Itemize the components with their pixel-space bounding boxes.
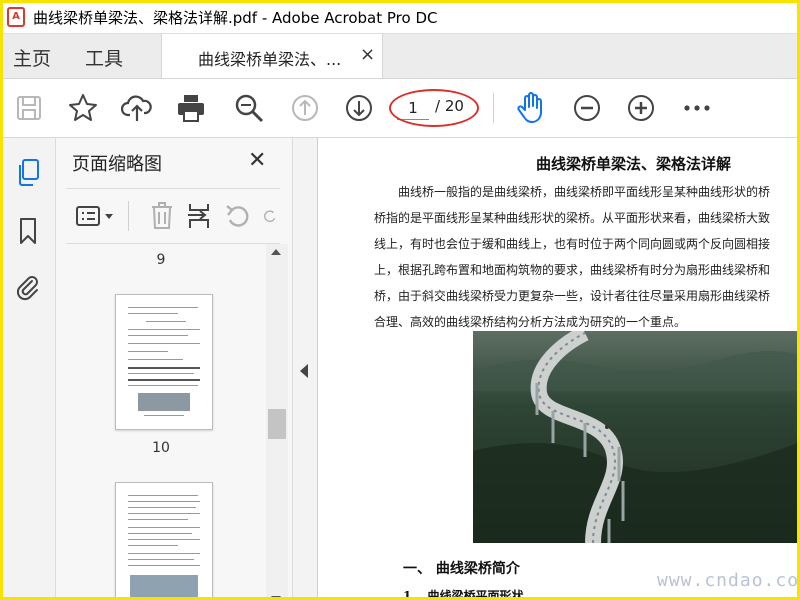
page-thumbnails-icon[interactable]	[11, 156, 45, 190]
tab-bar: 主页 工具 曲线梁桥单梁法、... ×	[3, 34, 797, 79]
subsection-title: 1、 曲线梁桥平面形状	[403, 589, 524, 600]
panel-close-button[interactable]: ✕	[248, 148, 266, 173]
document-view[interactable]: 曲线梁桥单梁法、梁格法详解 曲线桥一般指的是曲线梁桥，曲线梁桥即平面线形呈某种曲…	[318, 138, 797, 600]
section-title: 一、 曲线梁桥简介	[403, 561, 520, 577]
paragraph-line: 线上，有时也会位于缓和曲线上，也有时位于两个同向圆或两个反向圆相接	[374, 237, 771, 251]
tab-tools[interactable]: 工具	[85, 44, 123, 71]
tab-home[interactable]: 主页	[13, 44, 51, 71]
panel-collapse-handle[interactable]	[293, 138, 318, 597]
toolbar-divider	[493, 93, 494, 123]
collapse-arrow-icon	[300, 364, 308, 378]
save-icon[interactable]	[13, 92, 45, 124]
tab-document-label: 曲线梁桥单梁法、...	[198, 50, 342, 69]
bookmarks-icon[interactable]	[11, 214, 45, 248]
print-icon[interactable]	[175, 92, 207, 124]
acrobat-app-icon: A	[7, 7, 25, 27]
zoom-search-icon[interactable]	[233, 92, 265, 124]
attachments-icon[interactable]	[11, 270, 45, 304]
page-up-icon[interactable]	[289, 92, 321, 124]
thumbnail-list: 9 10	[56, 244, 266, 597]
zoom-out-icon[interactable]	[571, 92, 603, 124]
paragraph-line: 上，根据孔跨布置和地面构筑物的要求，曲线梁桥有时分为扇形曲线梁桥和	[374, 263, 771, 277]
tab-document[interactable]: 曲线梁桥单梁法、... ×	[161, 34, 383, 78]
delete-page-icon[interactable]	[146, 199, 178, 233]
scrollbar-thumb[interactable]	[268, 409, 286, 439]
window-title: 曲线梁桥单梁法、梁格法详解.pdf - Adobe Acrobat Pro DC	[33, 9, 438, 27]
bookmark-star-icon[interactable]	[67, 92, 99, 124]
insert-page-icon[interactable]	[184, 199, 216, 233]
page-thumbnail[interactable]	[115, 294, 213, 430]
paragraph-line: 合理、高效的曲线梁桥结构分析方法成为研究的一个重点。	[374, 315, 687, 329]
paragraph-line: 桥指的是平面线形呈某种曲线形状的梁桥。从平面形状来看，曲线梁桥大致	[374, 211, 771, 225]
panel-toolbar-divider	[128, 201, 129, 231]
main-toolbar: / 20	[3, 79, 797, 138]
watermark: www.cndao.com	[657, 570, 800, 591]
thumbnails-panel: 页面缩略图 ✕ 9 10	[56, 138, 293, 597]
app-window: A 曲线梁桥单梁法、梁格法详解.pdf - Adobe Acrobat Pro …	[0, 0, 800, 600]
thumbnail-page-label: 10	[152, 440, 170, 456]
thumbnail-options-icon[interactable]	[74, 199, 120, 233]
page-number-input[interactable]	[397, 97, 429, 120]
rotate-clockwise-icon[interactable]	[262, 199, 278, 233]
rotate-counterclockwise-icon[interactable]	[222, 199, 254, 233]
page-down-icon[interactable]	[343, 92, 375, 124]
paragraph-line: 曲线桥一般指的是曲线梁桥，曲线梁桥即平面线形呈某种曲线形状的桥	[398, 185, 771, 199]
paragraph-line: 桥，由于斜交曲线梁桥受力更复杂一些，设计者往往尽量采用扇形曲线梁桥	[374, 289, 771, 303]
thumbnail-page-label: 9	[156, 252, 166, 268]
panel-title: 页面缩略图	[72, 154, 162, 175]
more-icon[interactable]	[681, 92, 713, 124]
hand-tool-icon[interactable]	[515, 92, 547, 124]
curved-bridge-photo	[473, 331, 797, 543]
page-total: / 20	[435, 97, 464, 115]
thumbnail-scrollbar[interactable]	[266, 244, 288, 597]
title-bar: A 曲线梁桥单梁法、梁格法详解.pdf - Adobe Acrobat Pro …	[3, 3, 797, 34]
document-heading: 曲线梁桥单梁法、梁格法详解	[536, 155, 732, 173]
navigation-rail	[3, 138, 56, 597]
tab-close-button[interactable]: ×	[360, 44, 375, 65]
upload-cloud-icon[interactable]	[121, 92, 153, 124]
zoom-in-icon[interactable]	[625, 92, 657, 124]
panel-toolbar	[66, 188, 280, 244]
page-thumbnail[interactable]	[115, 482, 213, 597]
